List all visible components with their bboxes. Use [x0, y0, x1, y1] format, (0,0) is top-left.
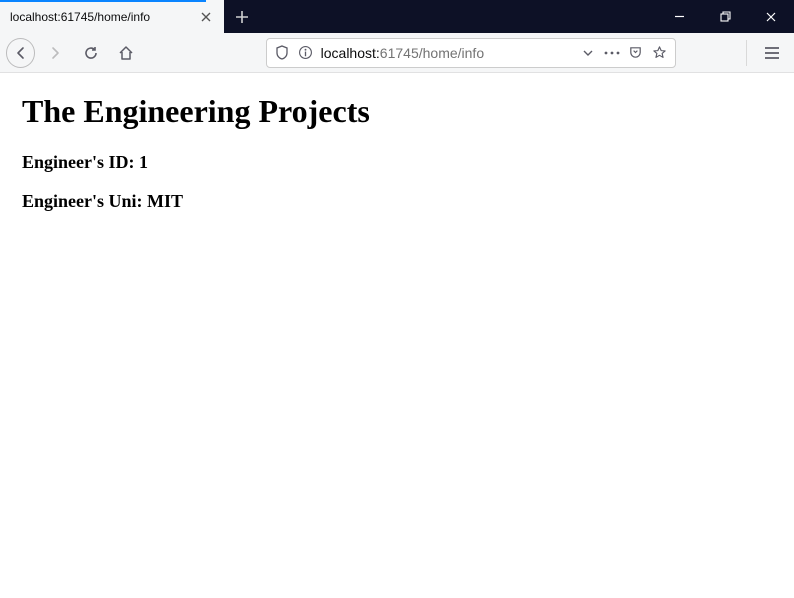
window-controls: [656, 0, 794, 33]
page-title: The Engineering Projects: [22, 93, 772, 130]
site-info-icon[interactable]: [297, 44, 315, 62]
toolbar-separator: [746, 40, 747, 66]
engineer-uni-line: Engineer's Uni: MIT: [22, 191, 772, 212]
urlbar-container: localhost:61745/home/info: [146, 38, 736, 68]
page-content: The Engineering Projects Engineer's ID: …: [0, 73, 794, 250]
engineer-id-line: Engineer's ID: 1: [22, 152, 772, 173]
tracking-shield-icon[interactable]: [273, 44, 291, 62]
new-tab-button[interactable]: [224, 0, 260, 33]
browser-tab[interactable]: localhost:61745/home/info: [0, 0, 224, 33]
pocket-icon[interactable]: [627, 44, 645, 62]
close-window-button[interactable]: [748, 0, 794, 33]
forward-button: [39, 37, 70, 69]
browser-toolbar: localhost:61745/home/info: [0, 33, 794, 73]
address-bar[interactable]: localhost:61745/home/info: [266, 38, 676, 68]
back-button[interactable]: [6, 38, 35, 68]
close-tab-icon[interactable]: [198, 9, 214, 25]
bookmark-star-icon[interactable]: [651, 44, 669, 62]
home-button[interactable]: [110, 37, 141, 69]
page-actions-icon[interactable]: [603, 44, 621, 62]
minimize-button[interactable]: [656, 0, 702, 33]
window-titlebar: localhost:61745/home/info: [0, 0, 794, 33]
chevron-down-icon[interactable]: [579, 44, 597, 62]
url-path: 61745/home/info: [380, 45, 484, 61]
tab-title: localhost:61745/home/info: [10, 10, 190, 24]
url-host: localhost:: [321, 45, 380, 61]
tab-loading-bar: [0, 0, 224, 2]
maximize-button[interactable]: [702, 0, 748, 33]
app-menu-button[interactable]: [757, 37, 788, 69]
reload-button[interactable]: [75, 37, 106, 69]
url-text: localhost:61745/home/info: [321, 45, 573, 61]
